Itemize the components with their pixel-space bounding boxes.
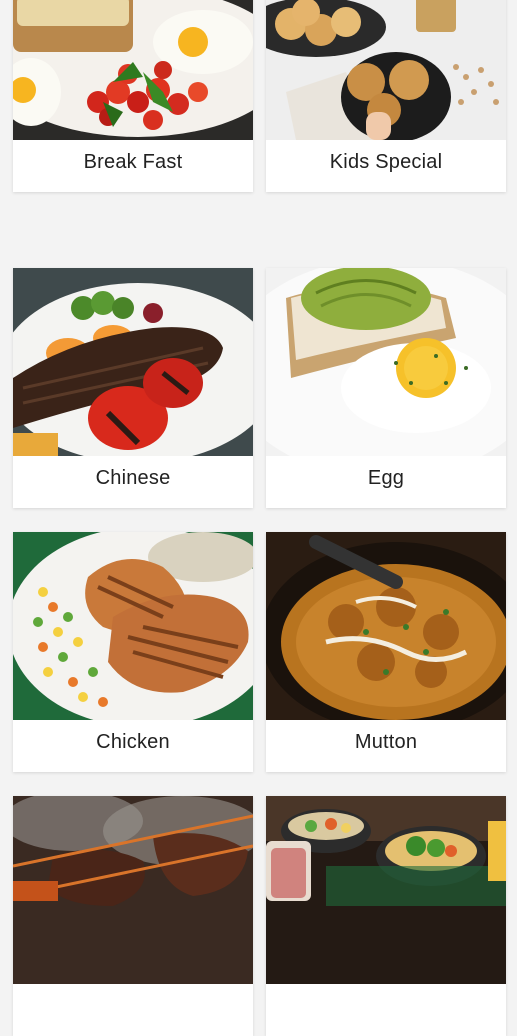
category-card-chinese[interactable]: Chinese bbox=[13, 268, 253, 508]
grilled-meat-plate-image bbox=[13, 268, 253, 456]
category-card-mutton[interactable]: Mutton bbox=[266, 532, 506, 772]
category-label: Mutton bbox=[354, 731, 418, 753]
category-label: Chicken bbox=[96, 731, 170, 753]
category-label: Kids Special bbox=[329, 151, 443, 173]
category-card-chicken[interactable]: Chicken bbox=[13, 532, 253, 772]
avocado-toast-egg-image bbox=[266, 268, 506, 456]
breakfast-plate-image bbox=[13, 0, 253, 140]
grilled-chicken-image bbox=[13, 532, 253, 720]
pinwheel-pastries-image bbox=[266, 0, 506, 140]
salad-bowls-image bbox=[266, 796, 506, 984]
category-label bbox=[13, 988, 253, 1024]
category-label: Chinese bbox=[95, 467, 171, 489]
category-grid: Break Fast Kids Special Chinese Egg Chic… bbox=[0, 0, 517, 1036]
category-card-salad[interactable] bbox=[266, 796, 506, 1036]
category-card-break-fast[interactable]: Break Fast bbox=[13, 0, 253, 192]
mutton-curry-image bbox=[266, 532, 506, 720]
category-label: Egg bbox=[367, 467, 405, 489]
category-label: Break Fast bbox=[83, 151, 183, 173]
category-card-barbecue[interactable] bbox=[13, 796, 253, 1036]
barbecue-grill-image bbox=[13, 796, 253, 984]
category-card-kids-special[interactable]: Kids Special bbox=[266, 0, 506, 192]
category-card-egg[interactable]: Egg bbox=[266, 268, 506, 508]
category-label bbox=[266, 988, 506, 1024]
